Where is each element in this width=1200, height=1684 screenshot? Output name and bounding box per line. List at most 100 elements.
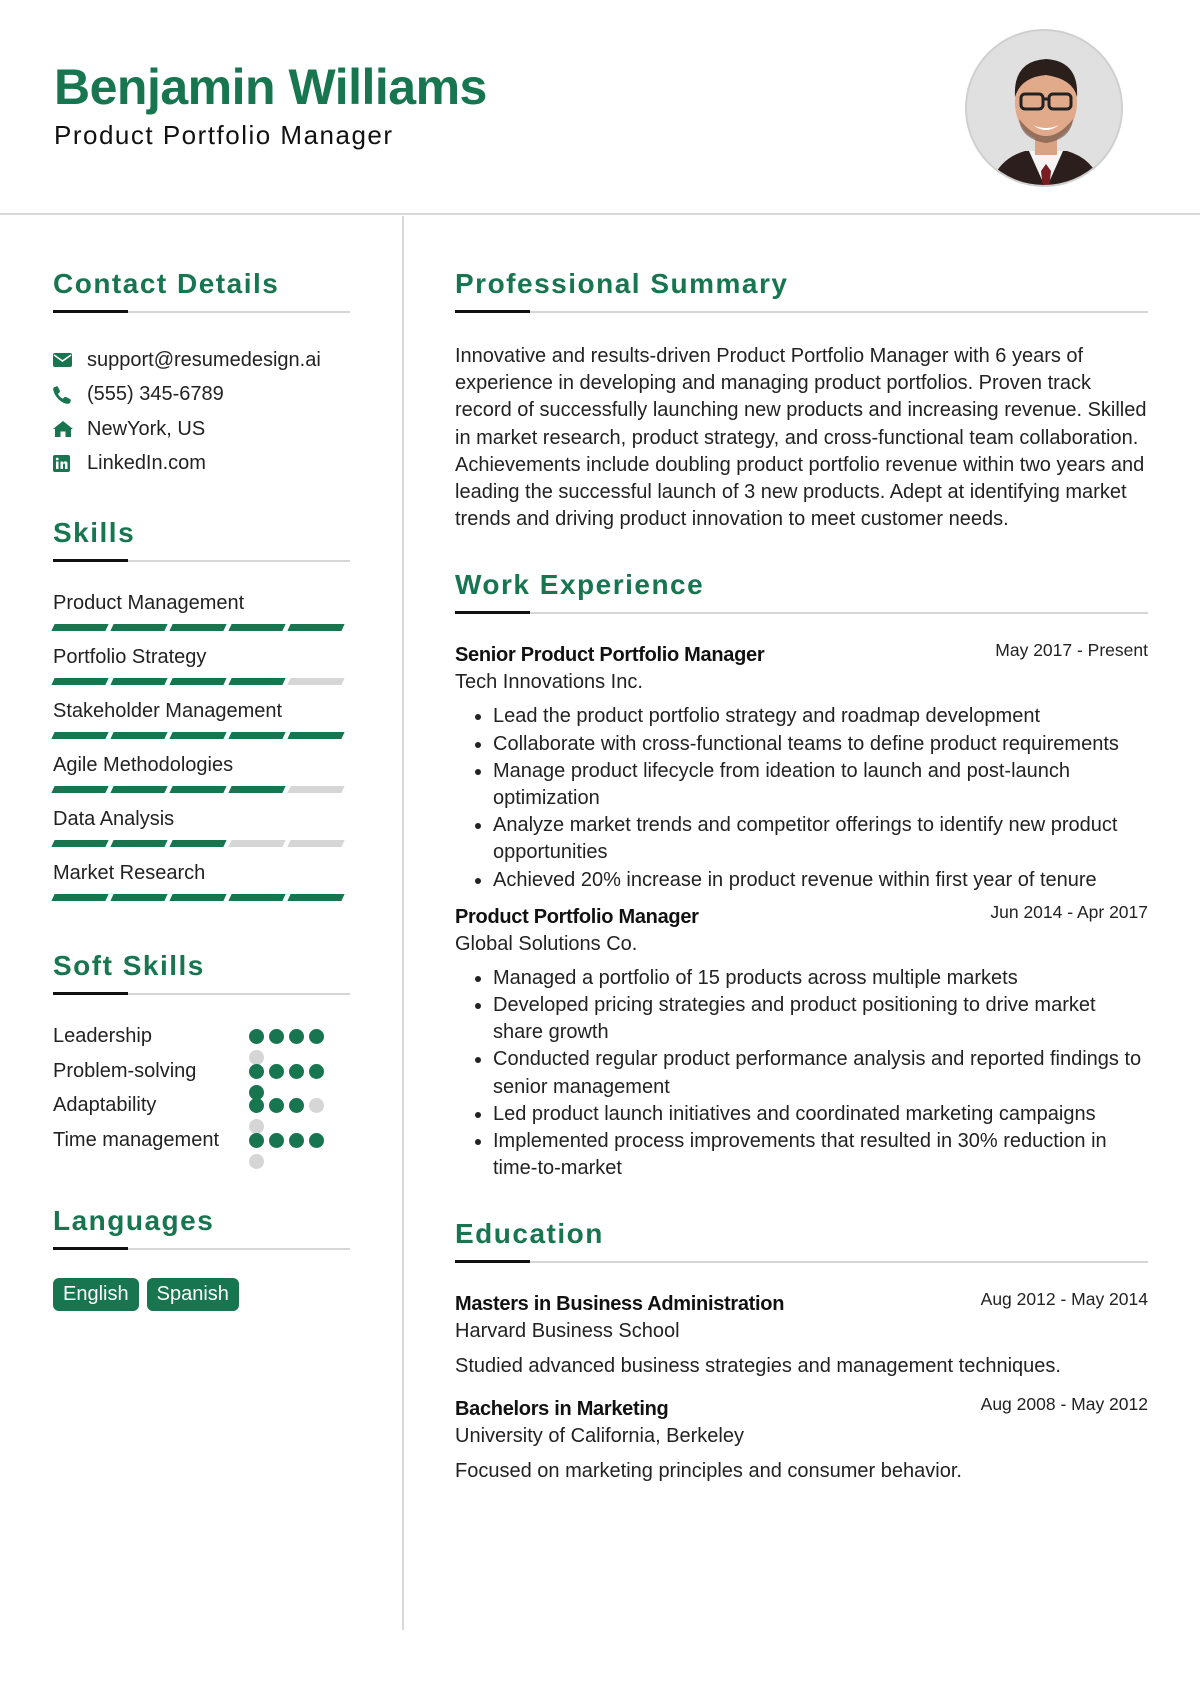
phone-icon <box>53 386 87 404</box>
education-dates: Aug 2012 - May 2014 <box>980 1289 1148 1310</box>
contact-text: LinkedIn.com <box>87 452 206 475</box>
skill-segment-filled <box>228 894 286 901</box>
skill-level-bar <box>51 840 350 848</box>
rating-dot-filled <box>249 1029 264 1044</box>
skill-item: Agile Methodologies <box>51 752 350 794</box>
skill-level-bar <box>51 894 350 902</box>
language-tag: English <box>53 1278 139 1311</box>
skill-segment-empty <box>228 840 286 847</box>
section-heading: Work Experience <box>455 569 705 601</box>
rating-dot-filled <box>249 1063 264 1079</box>
soft-skill-list: Leadership Problem-solving Adaptability Tim… <box>53 1023 350 1169</box>
skill-segment-filled <box>169 786 227 793</box>
skill-name: Market Research <box>53 862 206 884</box>
rating-dot-empty <box>309 1098 324 1113</box>
job-bullet: Manage product lifecycle from ideation t… <box>493 758 1148 812</box>
rating-dot-filled <box>289 1132 304 1148</box>
skill-segment-filled <box>110 732 168 739</box>
skill-segment-filled <box>287 894 345 901</box>
skill-segment-filled <box>110 894 168 901</box>
summary-section: Professional Summary Innovative and resu… <box>455 268 1148 533</box>
skill-item: Stakeholder Management <box>51 698 350 740</box>
skill-segment-filled <box>169 894 227 901</box>
skill-segment-filled <box>287 732 345 739</box>
school-name: Harvard Business School <box>455 1320 680 1343</box>
soft-skill-rating <box>249 1127 325 1169</box>
rating-dot-filled <box>289 1098 304 1113</box>
profile-photo <box>965 29 1123 187</box>
skill-segment-filled <box>110 840 168 847</box>
soft-skill-name: Time management <box>53 1128 219 1151</box>
skill-segment-filled <box>169 732 227 739</box>
skill-segment-filled <box>51 624 109 631</box>
soft-skill-item: Time management <box>53 1127 350 1169</box>
contact-text: NewYork, US <box>87 417 206 440</box>
section-heading: Soft Skills <box>53 950 205 981</box>
section-heading: Skills <box>53 517 136 548</box>
job-bullet: Collaborate with cross-functional teams … <box>493 731 1148 758</box>
skill-item: Product Management <box>51 590 350 632</box>
work-experience-section: Work Experience Senior Product Portfolio… <box>455 569 1148 1182</box>
job-bullet: Lead the product portfolio strategy and … <box>493 703 1148 730</box>
education-description: Focused on marketing principles and cons… <box>455 1460 962 1483</box>
skill-segment-filled <box>228 624 286 631</box>
rating-dot-filled <box>289 1029 304 1044</box>
rating-dot-filled <box>249 1132 264 1148</box>
rating-dot-filled <box>269 1029 284 1044</box>
skill-segment-filled <box>51 786 109 793</box>
job-bullet: Achieved 20% increase in product revenue… <box>493 867 1148 894</box>
resume-header: Benjamin Williams Product Portfolio Mana… <box>0 0 1200 215</box>
education-list: Masters in Business Administration Aug 20… <box>455 1289 1148 1485</box>
section-rule <box>53 992 350 995</box>
skill-segment-empty <box>287 786 345 793</box>
rating-dot-filled <box>269 1132 284 1148</box>
job-list: Senior Product Portfolio Manager May 2017… <box>455 640 1148 1183</box>
job-dates: May 2017 - Present <box>995 640 1148 661</box>
skill-segment-filled <box>110 678 168 685</box>
education-entry: Masters in Business Administration Aug 20… <box>455 1289 1148 1380</box>
candidate-name: Benjamin Williams <box>54 59 487 115</box>
job-bullet-list: Lead the product portfolio strategy and … <box>455 703 1148 893</box>
main-content: Professional Summary Innovative and resu… <box>455 268 1148 1485</box>
skill-item: Portfolio Strategy <box>51 644 350 686</box>
linkedin-icon <box>53 455 87 473</box>
section-rule <box>53 559 350 562</box>
soft-skill-rating <box>249 1092 325 1134</box>
rating-dot-filled <box>289 1063 304 1079</box>
skill-segment-filled <box>228 678 286 685</box>
rating-dot-filled <box>309 1029 324 1044</box>
contact-section: Contact Details support@resumedesign.ai … <box>53 268 350 481</box>
soft-skill-name: Problem-solving <box>53 1059 197 1082</box>
contact-linkedin[interactable]: LinkedIn.com <box>53 447 350 482</box>
rating-dot-filled <box>269 1098 284 1113</box>
section-rule <box>53 310 350 313</box>
skill-segment-filled <box>51 732 109 739</box>
skill-segment-empty <box>287 678 345 685</box>
job-entry: Product Portfolio Manager Jun 2014 - Apr … <box>455 902 1148 1183</box>
section-heading: Education <box>455 1218 604 1250</box>
section-heading: Languages <box>53 1205 215 1236</box>
skill-level-bar <box>51 624 350 632</box>
company-name: Tech Innovations Inc. <box>455 671 643 694</box>
skill-segment-filled <box>169 840 227 847</box>
person-portrait-icon <box>967 31 1121 185</box>
skill-segment-filled <box>51 840 109 847</box>
rating-dot-filled <box>249 1098 264 1113</box>
skill-item: Data Analysis <box>51 806 350 848</box>
skill-segment-filled <box>51 678 109 685</box>
soft-skill-name: Adaptability <box>53 1094 157 1116</box>
skill-name: Portfolio Strategy <box>53 646 207 668</box>
section-rule <box>53 1247 350 1250</box>
section-rule <box>455 611 1148 615</box>
education-entry: Bachelors in Marketing Aug 2008 - May 201… <box>455 1394 1148 1485</box>
skill-name: Stakeholder Management <box>53 700 283 722</box>
contact-phone[interactable]: (555) 345-6789 <box>53 378 350 413</box>
skill-level-bar <box>51 786 350 794</box>
soft-skills-section: Soft Skills Leadership Problem-solving Ada… <box>53 950 350 1169</box>
job-bullet: Conducted regular product performance an… <box>493 1046 1148 1100</box>
home-icon <box>53 421 87 438</box>
contact-email[interactable]: support@resumedesign.ai <box>53 343 350 378</box>
rating-dot-filled <box>309 1063 324 1079</box>
envelope-icon <box>53 353 87 368</box>
contact-text: support@resumedesign.ai <box>87 348 321 371</box>
